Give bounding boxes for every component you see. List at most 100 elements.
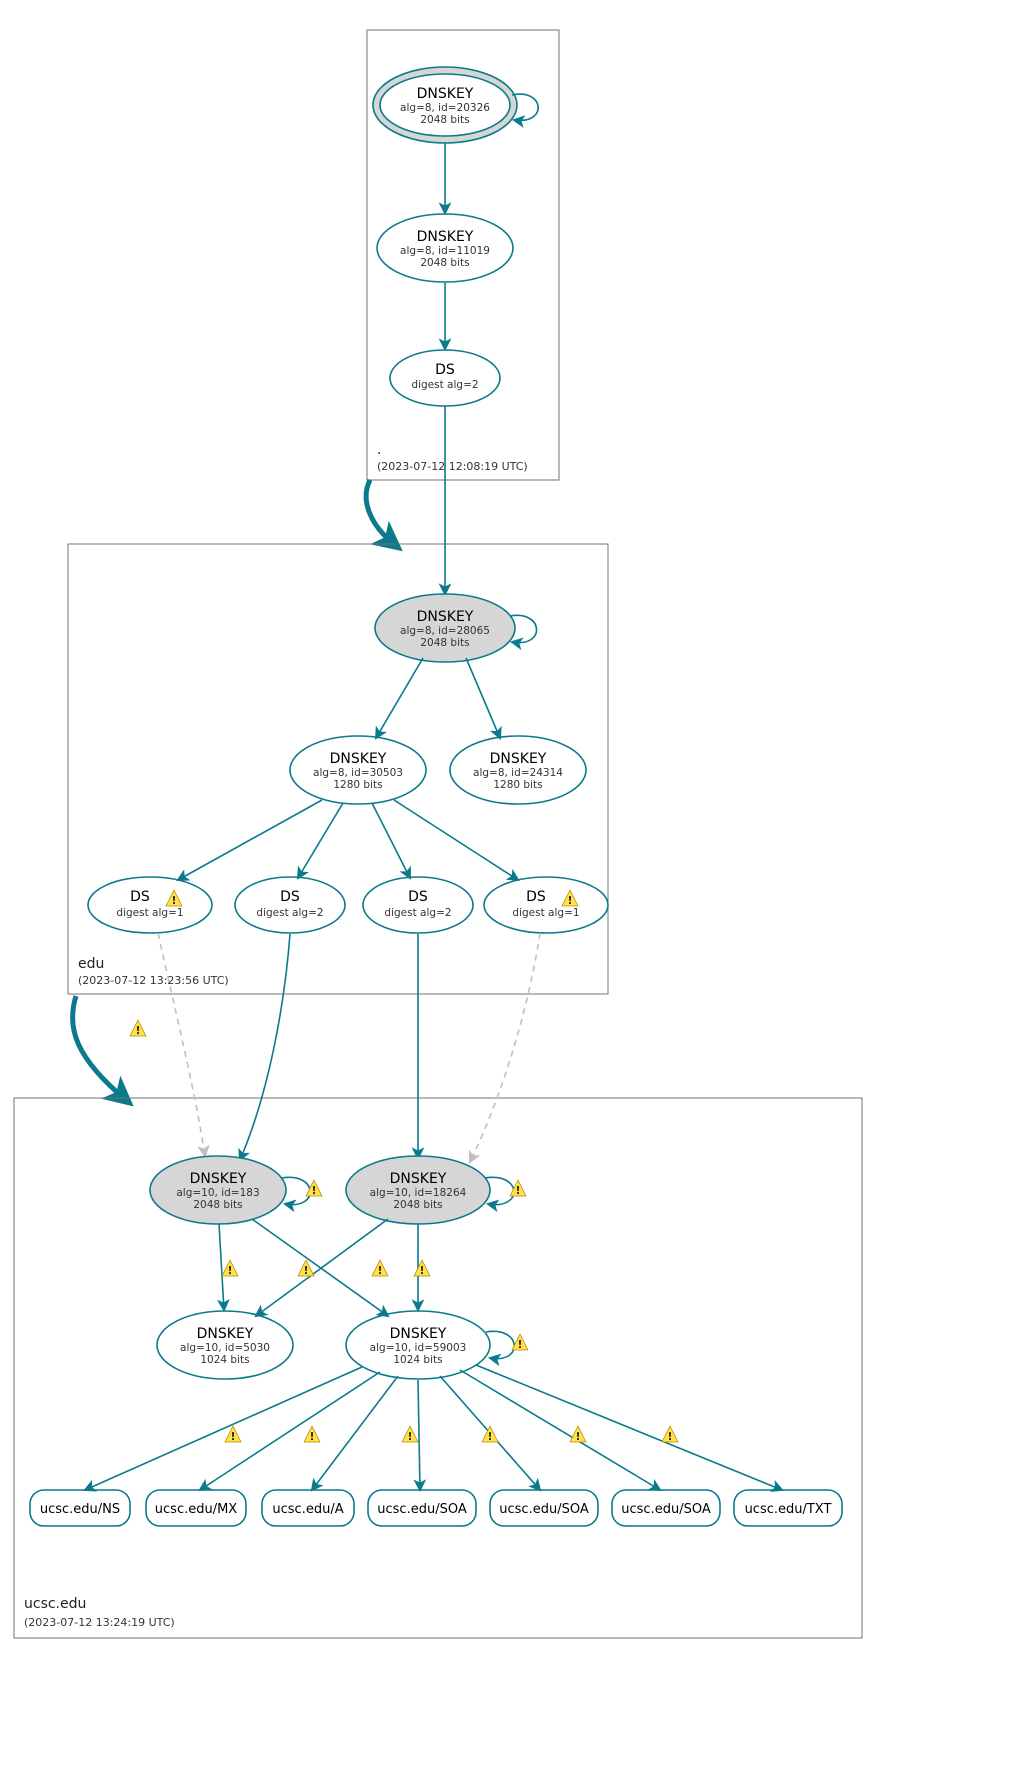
zone-arrow-edu-to-ucsc bbox=[73, 996, 126, 1100]
svg-text:DNSKEY: DNSKEY bbox=[490, 751, 547, 767]
svg-text:alg=10, id=5030: alg=10, id=5030 bbox=[180, 1342, 270, 1354]
svg-text:2048 bits: 2048 bits bbox=[420, 257, 469, 269]
svg-text:ucsc.edu/SOA: ucsc.edu/SOA bbox=[377, 1502, 467, 1517]
svg-text:!: ! bbox=[419, 1264, 424, 1277]
svg-text:DS: DS bbox=[130, 889, 150, 905]
svg-text:1280 bits: 1280 bits bbox=[493, 779, 542, 791]
svg-text:DS: DS bbox=[435, 362, 455, 378]
svg-text:digest alg=1: digest alg=1 bbox=[512, 907, 579, 919]
svg-text:2048 bits: 2048 bits bbox=[420, 114, 469, 126]
svg-text:DNSKEY: DNSKEY bbox=[190, 1171, 247, 1187]
warning-icon: ! bbox=[304, 1426, 320, 1443]
svg-text:alg=8, id=11019: alg=8, id=11019 bbox=[400, 245, 490, 257]
zone-root: . (2023-07-12 12:08:19 UTC) DNSKEY alg=8… bbox=[367, 30, 559, 480]
node-edu-ds4: DS digest alg=1 bbox=[484, 877, 608, 933]
svg-text:!: ! bbox=[567, 894, 572, 907]
node-edu-zsk1: DNSKEY alg=8, id=30503 1280 bits bbox=[290, 736, 426, 804]
dnssec-diagram: . (2023-07-12 12:08:19 UTC) DNSKEY alg=8… bbox=[0, 0, 1023, 1772]
svg-text:!: ! bbox=[407, 1430, 412, 1443]
zone-edu-label: edu bbox=[78, 956, 104, 972]
record-mx: ucsc.edu/MX bbox=[146, 1490, 246, 1526]
zone-edu-timestamp: (2023-07-12 13:23:56 UTC) bbox=[78, 974, 229, 987]
svg-text:!: ! bbox=[487, 1430, 492, 1443]
warning-icon: ! bbox=[510, 1180, 526, 1197]
zone-ucsc-label: ucsc.edu bbox=[24, 1596, 86, 1612]
node-edu-zsk2: DNSKEY alg=8, id=24314 1280 bits bbox=[450, 736, 586, 804]
svg-text:alg=8, id=24314: alg=8, id=24314 bbox=[473, 767, 563, 779]
svg-text:ucsc.edu/SOA: ucsc.edu/SOA bbox=[499, 1502, 589, 1517]
svg-text:!: ! bbox=[667, 1430, 672, 1443]
svg-text:!: ! bbox=[303, 1264, 308, 1277]
zone-arrow-root-to-edu bbox=[366, 480, 395, 545]
svg-text:!: ! bbox=[515, 1184, 520, 1197]
zone-ucsc: ucsc.edu (2023-07-12 13:24:19 UTC) DNSKE… bbox=[14, 933, 862, 1638]
svg-text:!: ! bbox=[517, 1338, 522, 1351]
svg-text:DNSKEY: DNSKEY bbox=[330, 751, 387, 767]
node-edu-ds3: DS digest alg=2 bbox=[363, 877, 473, 933]
svg-text:2048 bits: 2048 bits bbox=[393, 1199, 442, 1211]
node-ucsc-ksk1: DNSKEY alg=10, id=183 2048 bits bbox=[150, 1156, 286, 1224]
record-a: ucsc.edu/A bbox=[262, 1490, 354, 1526]
node-ucsc-ksk2: DNSKEY alg=10, id=18264 2048 bits bbox=[346, 1156, 490, 1224]
svg-text:alg=8, id=30503: alg=8, id=30503 bbox=[313, 767, 403, 779]
svg-text:alg=8, id=28065: alg=8, id=28065 bbox=[400, 625, 490, 637]
svg-text:ucsc.edu/TXT: ucsc.edu/TXT bbox=[745, 1502, 832, 1517]
svg-text:DS: DS bbox=[526, 889, 546, 905]
svg-text:digest alg=2: digest alg=2 bbox=[256, 907, 323, 919]
record-txt: ucsc.edu/TXT bbox=[734, 1490, 842, 1526]
svg-text:!: ! bbox=[227, 1264, 232, 1277]
svg-text:ucsc.edu/NS: ucsc.edu/NS bbox=[40, 1502, 120, 1517]
svg-text:DNSKEY: DNSKEY bbox=[417, 609, 474, 625]
record-soa-2: ucsc.edu/SOA bbox=[490, 1490, 598, 1526]
svg-text:alg=8, id=20326: alg=8, id=20326 bbox=[400, 102, 490, 114]
warning-icon: ! bbox=[402, 1426, 418, 1443]
record-soa-3: ucsc.edu/SOA bbox=[612, 1490, 720, 1526]
zone-root-label: . bbox=[377, 442, 381, 458]
svg-text:1024 bits: 1024 bits bbox=[200, 1354, 249, 1366]
svg-text:alg=10, id=59003: alg=10, id=59003 bbox=[370, 1342, 467, 1354]
record-ns: ucsc.edu/NS bbox=[30, 1490, 130, 1526]
svg-text:ucsc.edu/SOA: ucsc.edu/SOA bbox=[621, 1502, 711, 1517]
svg-text:digest alg=2: digest alg=2 bbox=[384, 907, 451, 919]
warning-icon: ! bbox=[570, 1426, 586, 1443]
svg-text:DNSKEY: DNSKEY bbox=[390, 1326, 447, 1342]
svg-text:DS: DS bbox=[280, 889, 300, 905]
svg-text:!: ! bbox=[135, 1024, 140, 1037]
svg-text:DNSKEY: DNSKEY bbox=[417, 229, 474, 245]
svg-text:2048 bits: 2048 bits bbox=[420, 637, 469, 649]
node-root-ksk: DNSKEY alg=8, id=20326 2048 bits bbox=[373, 67, 517, 143]
warning-icon: ! bbox=[372, 1260, 388, 1277]
zone-edu: edu (2023-07-12 13:23:56 UTC) DNSKEY alg… bbox=[68, 406, 608, 994]
svg-text:ucsc.edu/A: ucsc.edu/A bbox=[272, 1502, 343, 1517]
svg-text:DNSKEY: DNSKEY bbox=[197, 1326, 254, 1342]
svg-text:1280 bits: 1280 bits bbox=[333, 779, 382, 791]
node-ucsc-zsk2: DNSKEY alg=10, id=59003 1024 bits bbox=[346, 1311, 490, 1379]
svg-text:!: ! bbox=[309, 1430, 314, 1443]
warning-icon: ! bbox=[225, 1426, 241, 1443]
warning-icon: ! bbox=[482, 1426, 498, 1443]
warning-icon: ! bbox=[662, 1426, 678, 1443]
node-edu-ksk: DNSKEY alg=8, id=28065 2048 bits bbox=[375, 594, 515, 662]
svg-text:!: ! bbox=[171, 894, 176, 907]
svg-text:!: ! bbox=[377, 1264, 382, 1277]
record-soa-1: ucsc.edu/SOA bbox=[368, 1490, 476, 1526]
svg-text:1024 bits: 1024 bits bbox=[393, 1354, 442, 1366]
warning-icon: ! bbox=[414, 1260, 430, 1277]
svg-text:DS: DS bbox=[408, 889, 428, 905]
zone-root-timestamp: (2023-07-12 12:08:19 UTC) bbox=[377, 460, 528, 473]
svg-text:alg=10, id=183: alg=10, id=183 bbox=[176, 1187, 259, 1199]
svg-text:!: ! bbox=[575, 1430, 580, 1443]
warning-icon: ! bbox=[298, 1260, 314, 1277]
node-root-zsk: DNSKEY alg=8, id=11019 2048 bits bbox=[377, 214, 513, 282]
svg-text:!: ! bbox=[230, 1430, 235, 1443]
svg-text:digest alg=1: digest alg=1 bbox=[116, 907, 183, 919]
svg-text:!: ! bbox=[311, 1184, 316, 1197]
node-ucsc-zsk1: DNSKEY alg=10, id=5030 1024 bits bbox=[157, 1311, 293, 1379]
node-edu-ds1: DS digest alg=1 bbox=[88, 877, 212, 933]
svg-text:2048 bits: 2048 bits bbox=[193, 1199, 242, 1211]
warning-icon: ! bbox=[130, 1020, 146, 1037]
node-edu-ds2: DS digest alg=2 bbox=[235, 877, 345, 933]
warning-icon: ! bbox=[306, 1180, 322, 1197]
svg-text:DNSKEY: DNSKEY bbox=[390, 1171, 447, 1187]
svg-text:digest alg=2: digest alg=2 bbox=[411, 379, 478, 391]
